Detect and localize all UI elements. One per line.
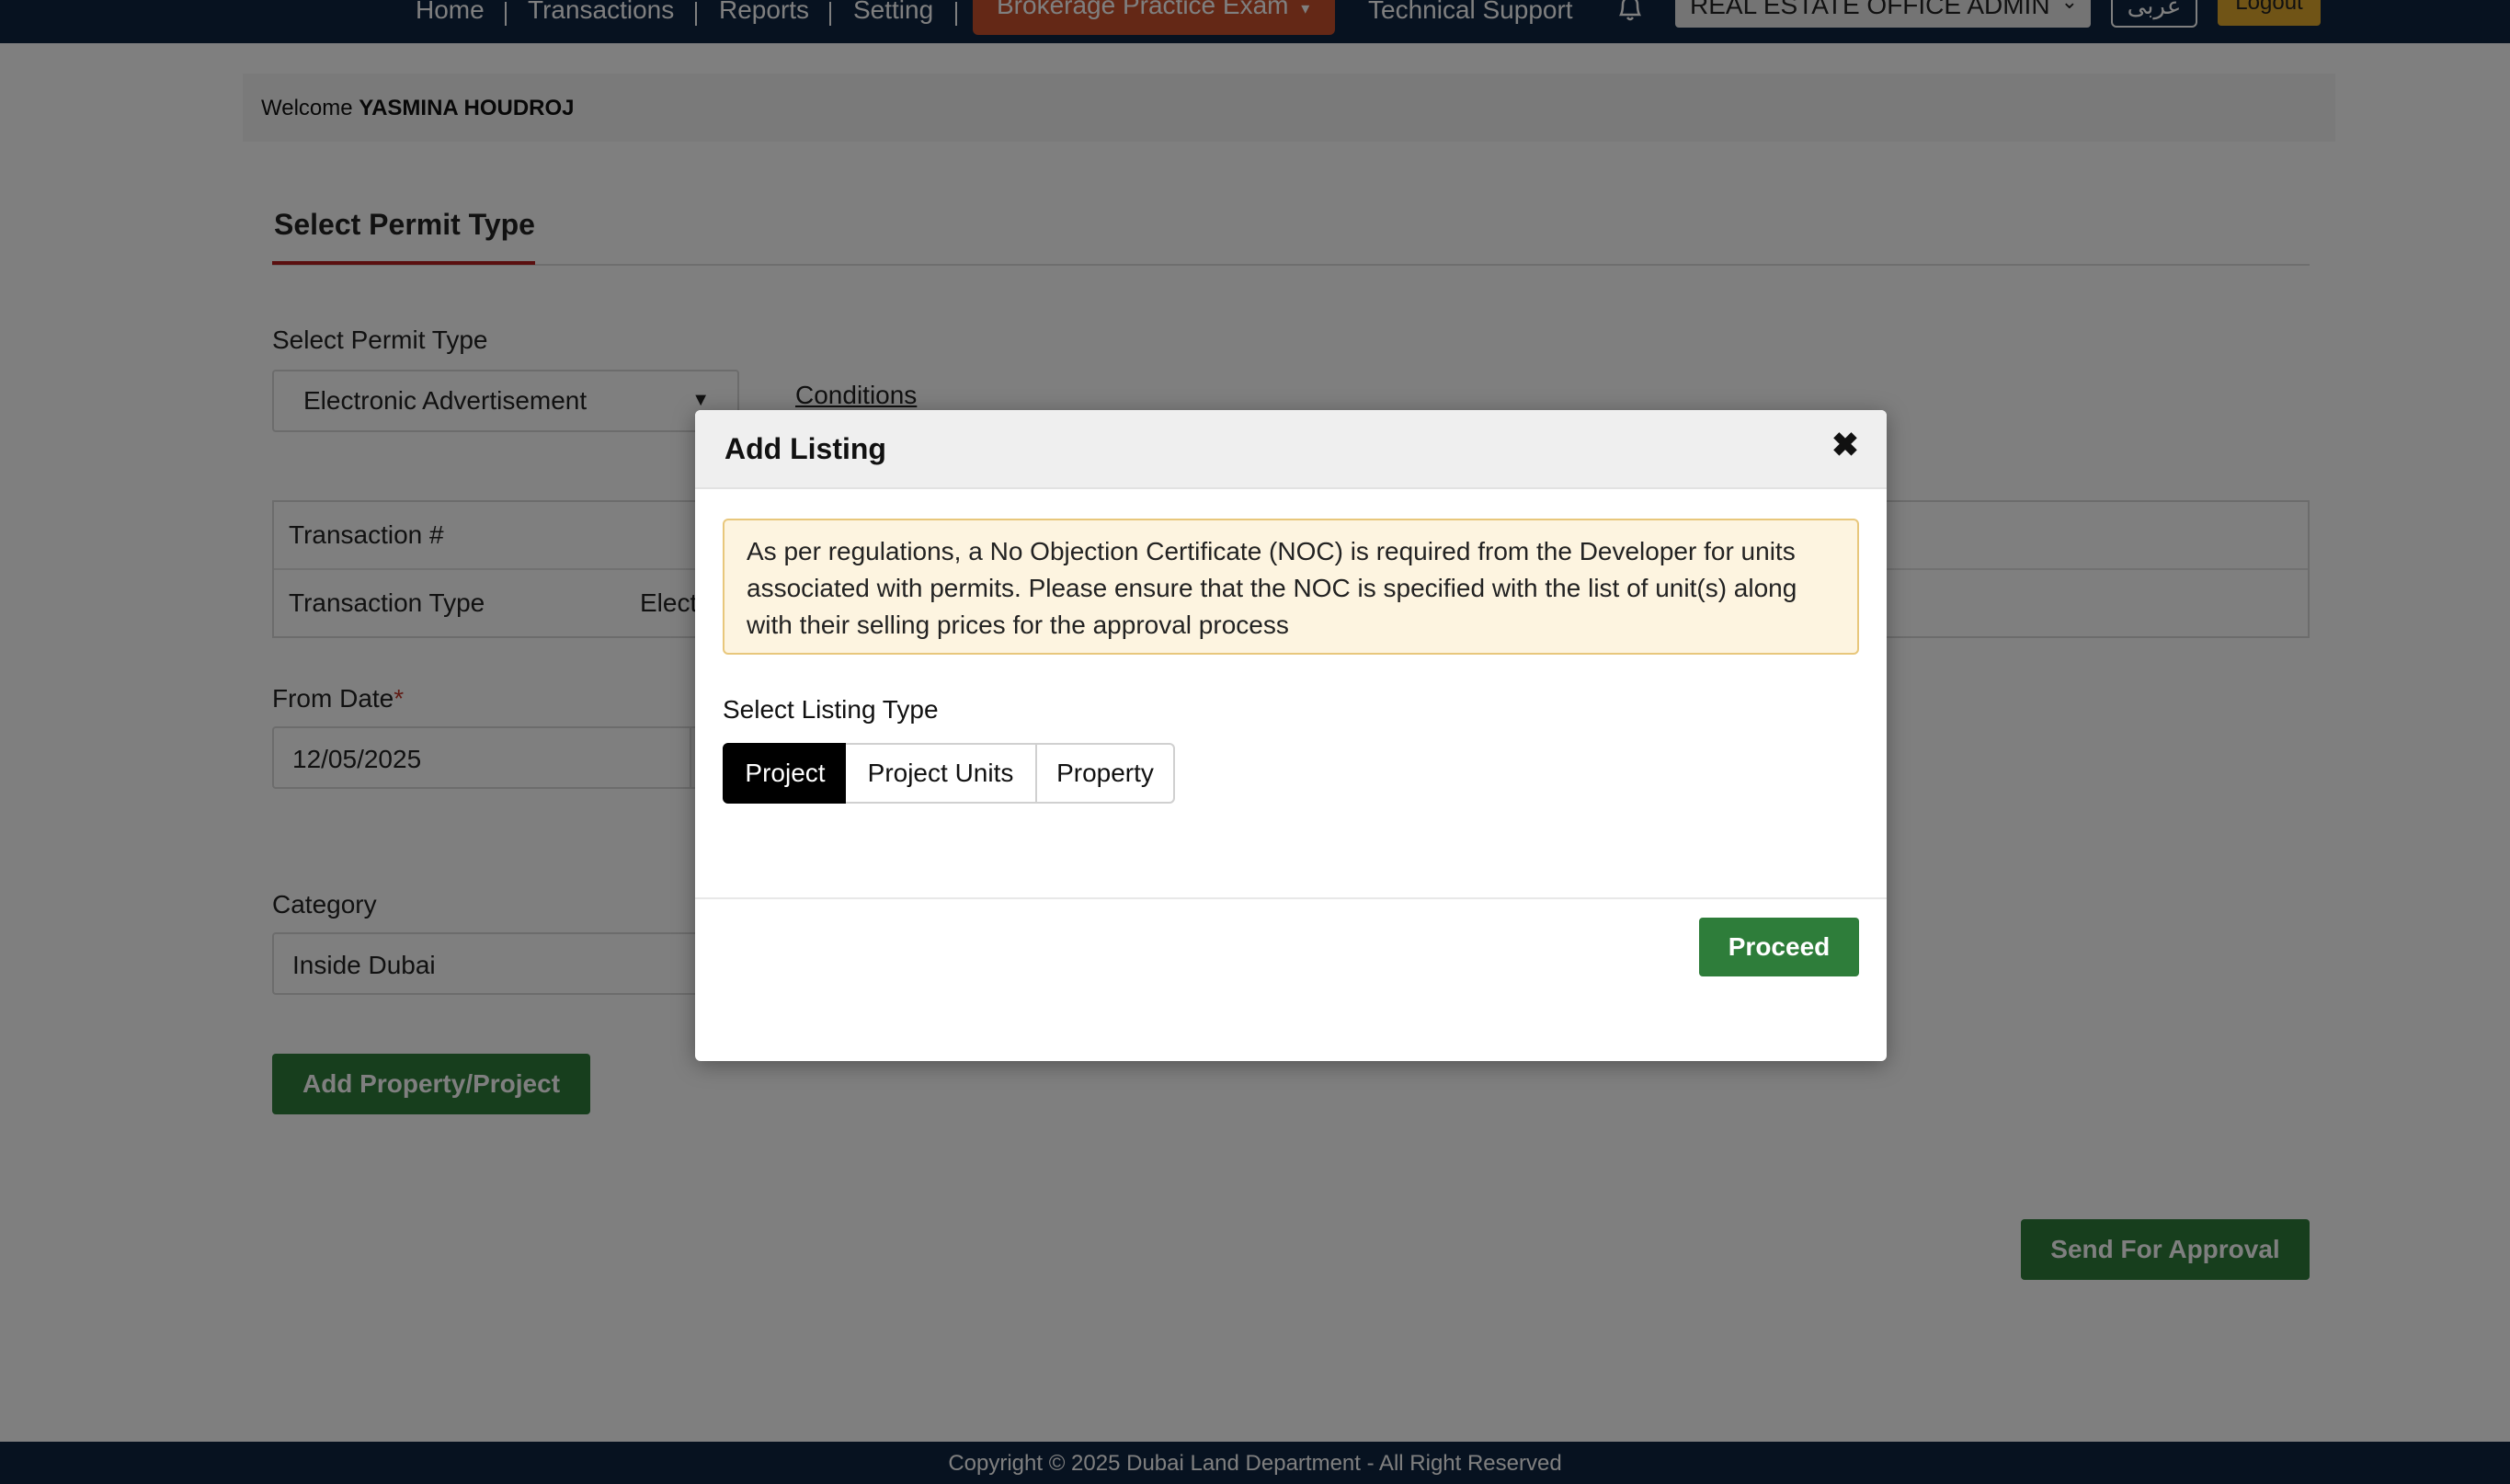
- noc-notice-alert: As per regulations, a No Objection Certi…: [723, 519, 1859, 655]
- close-icon[interactable]: ✖: [1831, 427, 1859, 463]
- modal-title: Add Listing: [724, 432, 886, 465]
- proceed-button[interactable]: Proceed: [1699, 918, 1859, 976]
- add-listing-modal: Add Listing ✖ As per regulations, a No O…: [695, 410, 1887, 1061]
- modal-header: Add Listing ✖: [695, 410, 1887, 489]
- listing-type-property-option[interactable]: Property: [1035, 743, 1175, 804]
- listing-type-project-option[interactable]: Project: [723, 743, 848, 804]
- modal-footer-divider: [695, 897, 1887, 899]
- listing-type-label: Select Listing Type: [723, 695, 939, 724]
- listing-type-project-units-option[interactable]: Project Units: [846, 743, 1037, 804]
